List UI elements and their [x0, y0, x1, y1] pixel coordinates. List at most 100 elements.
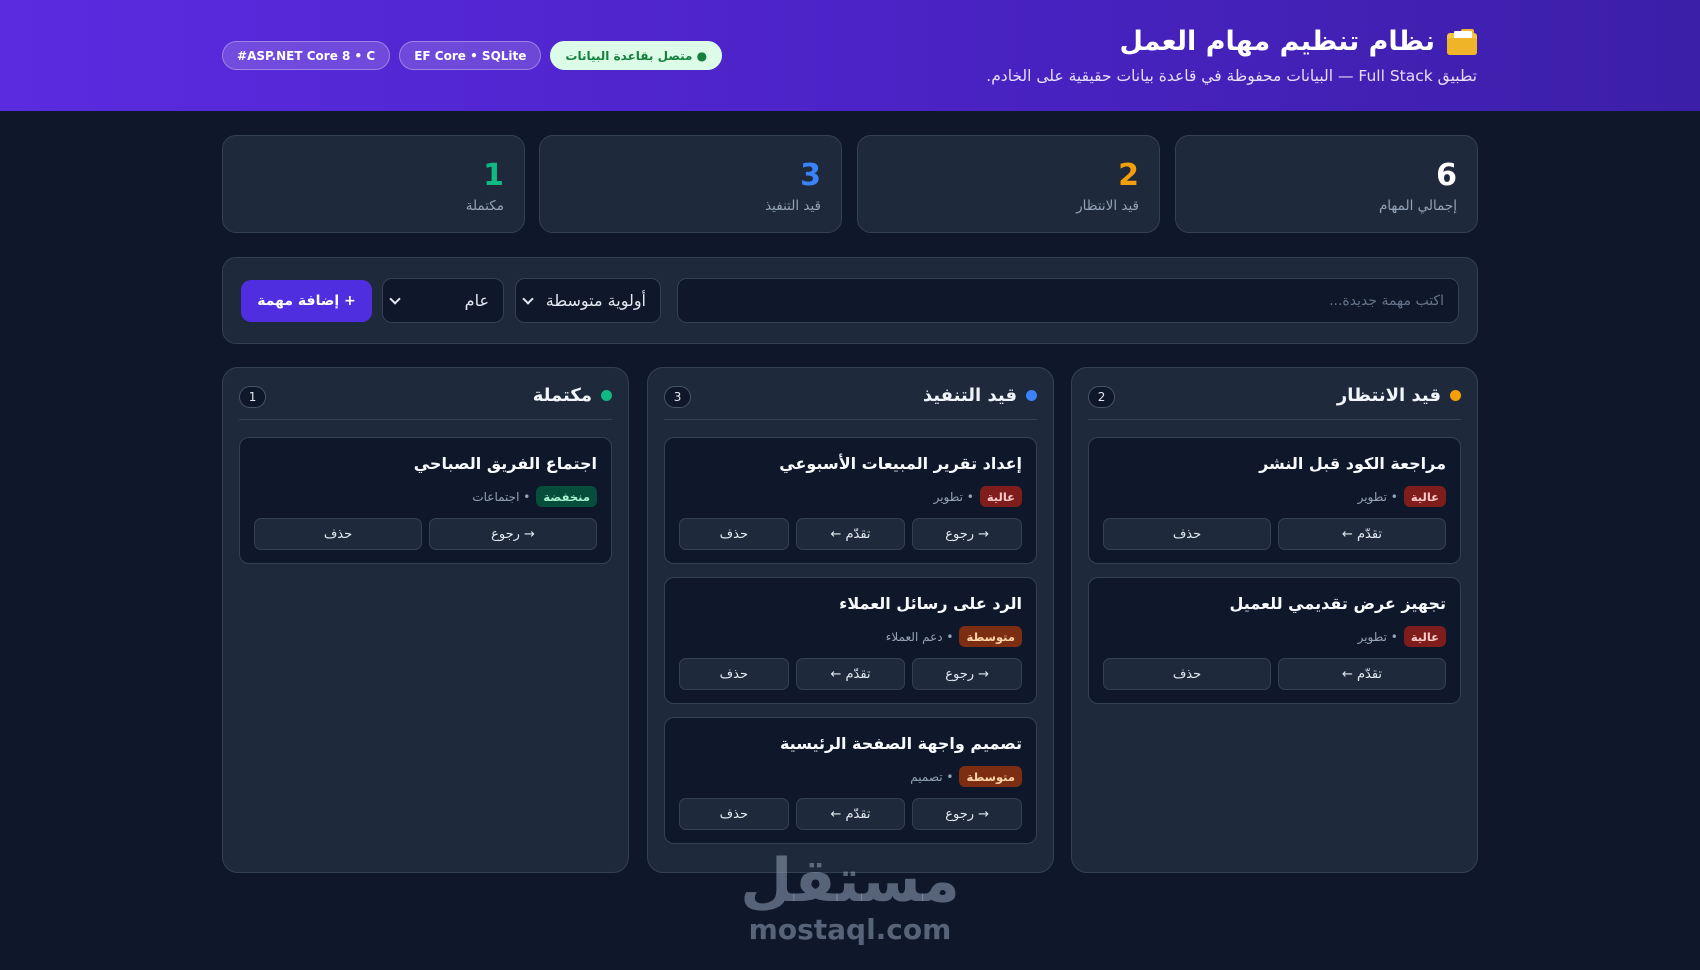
advance-button[interactable]: تقدّم ←: [795, 798, 906, 830]
task-actions: تقدّم ← حذف: [1103, 658, 1446, 690]
column-done: مكتملة 1 اجتماع الفريق الصباحي منخفضة • …: [222, 367, 629, 873]
task-card: مراجعة الكود قبل النشر عالية • تطوير تقد…: [1088, 437, 1461, 564]
back-button[interactable]: → رجوع: [912, 658, 1022, 690]
tech-badges: ASP.NET Core 8 • C# EF Core • SQLite ● م…: [222, 41, 723, 70]
task-category: • تطوير: [933, 489, 974, 504]
status-dot-icon: [1450, 390, 1461, 401]
advance-button[interactable]: تقدّم ←: [795, 658, 906, 690]
task-card: اجتماع الفريق الصباحي منخفضة • اجتماعات …: [239, 437, 612, 564]
column-title-text: قيد الانتظار: [1336, 385, 1441, 406]
stat-pending-value: 2: [1118, 158, 1139, 193]
badge-efcore: EF Core • SQLite: [399, 41, 542, 70]
watermark: مستقل mostaql.com: [740, 846, 960, 956]
task-meta: عالية • تطوير: [1358, 486, 1446, 507]
priority-badge: متوسطة: [959, 766, 1022, 787]
column-title: مكتملة: [533, 385, 612, 406]
chevron-down-icon: [522, 292, 534, 305]
column-count-badge: 1: [239, 386, 266, 408]
task-actions: → رجوع حذف: [254, 518, 597, 550]
column-header: مكتملة 1: [239, 368, 612, 420]
task-actions: → رجوع تقدّم ← حذف: [678, 658, 1022, 690]
task-title: مراجعة الكود قبل النشر: [1259, 454, 1446, 473]
priority-badge: منخفضة: [536, 486, 597, 507]
column-header: قيد التنفيذ 3: [664, 368, 1037, 420]
watermark-latin: mostaql.com: [748, 913, 952, 946]
column-count-badge: 3: [664, 386, 691, 408]
priority-select-value: أولوية متوسطة: [545, 291, 646, 310]
task-actions: تقدّم ← حذف: [1103, 518, 1446, 550]
priority-badge: عالية: [1403, 626, 1446, 647]
status-dot-icon: [601, 390, 612, 401]
app-header: نظام تنظيم مهام العمل تطبيق Full Stack —…: [0, 0, 1700, 111]
column-pending: قيد الانتظار 2 مراجعة الكود قبل النشر عا…: [1071, 367, 1478, 873]
task-category: • تطوير: [1357, 629, 1398, 644]
page-subtitle: تطبيق Full Stack — البيانات محفوظة في قا…: [986, 67, 1477, 85]
page-title-text: نظام تنظيم مهام العمل: [1119, 26, 1435, 57]
stat-in-progress: 3 قيد التنفيذ: [539, 135, 842, 233]
chevron-down-icon: [389, 292, 401, 305]
watermark-arabic: مستقل: [740, 846, 960, 916]
column-count-badge: 2: [1088, 386, 1115, 408]
column-in-progress: قيد التنفيذ 3 إعداد تقرير المبيعات الأسب…: [647, 367, 1054, 873]
task-title: الرد على رسائل العملاء: [839, 594, 1022, 613]
task-category: • تطوير: [1357, 489, 1398, 504]
task-title: تصميم واجهة الصفحة الرئيسية: [779, 734, 1022, 753]
delete-button[interactable]: حذف: [678, 798, 789, 830]
delete-button[interactable]: حذف: [1103, 658, 1271, 690]
add-task-form: أولوية متوسطة عام + إضافة مهمة: [222, 257, 1478, 344]
delete-button[interactable]: حذف: [254, 518, 422, 550]
folder-icon: [1447, 28, 1477, 55]
category-select-value: عام: [464, 291, 489, 310]
column-title-text: قيد التنفيذ: [922, 385, 1017, 406]
advance-button[interactable]: تقدّم ←: [1278, 658, 1446, 690]
task-meta: منخفضة • اجتماعات: [472, 486, 597, 507]
task-actions: → رجوع تقدّم ← حذف: [678, 518, 1022, 550]
delete-button[interactable]: حذف: [678, 658, 789, 690]
task-title: إعداد تقرير المبيعات الأسبوعي: [779, 454, 1022, 473]
category-select[interactable]: عام: [382, 278, 504, 323]
badge-db-connected: ● متصل بقاعدة البيانات: [550, 41, 723, 70]
badge-aspnet: ASP.NET Core 8 • C#: [222, 41, 391, 70]
task-meta: متوسطة • دعم العملاء: [886, 626, 1022, 647]
stat-total-label: إجمالي المهام: [1378, 198, 1457, 214]
task-meta: متوسطة • تصميم: [910, 766, 1022, 787]
status-dot-icon: [1026, 390, 1037, 401]
delete-button[interactable]: حذف: [1103, 518, 1271, 550]
task-category: • اجتماعات: [472, 489, 531, 504]
stat-done-label: مكتملة: [465, 198, 504, 214]
stat-in-progress-label: قيد التنفيذ: [765, 198, 821, 214]
task-title: تجهيز عرض تقديمي للعميل: [1229, 594, 1447, 613]
task-title-input[interactable]: [677, 278, 1459, 323]
stat-total: 6 إجمالي المهام: [1175, 135, 1478, 233]
delete-button[interactable]: حذف: [678, 518, 789, 550]
priority-select[interactable]: أولوية متوسطة: [515, 278, 661, 323]
stat-done-value: 1: [483, 158, 504, 193]
stat-pending-label: قيد الانتظار: [1076, 198, 1139, 214]
task-meta: عالية • تطوير: [1358, 626, 1446, 647]
stats-row: 6 إجمالي المهام 2 قيد الانتظار 3 قيد الت…: [222, 135, 1478, 233]
column-title-text: مكتملة: [532, 385, 592, 406]
back-button[interactable]: → رجوع: [912, 518, 1022, 550]
advance-button[interactable]: تقدّم ←: [1278, 518, 1446, 550]
task-meta: عالية • تطوير: [934, 486, 1022, 507]
task-actions: → رجوع تقدّم ← حذف: [678, 798, 1022, 830]
task-category: • تصميم: [910, 769, 954, 784]
column-title: قيد الانتظار: [1337, 385, 1461, 406]
column-title: قيد التنفيذ: [923, 385, 1037, 406]
task-card: إعداد تقرير المبيعات الأسبوعي عالية • تط…: [664, 437, 1037, 564]
stat-done: 1 مكتملة: [222, 135, 525, 233]
task-category: • دعم العملاء: [885, 629, 954, 644]
back-button[interactable]: → رجوع: [429, 518, 597, 550]
back-button[interactable]: → رجوع: [912, 798, 1022, 830]
task-card: تجهيز عرض تقديمي للعميل عالية • تطوير تق…: [1088, 577, 1461, 704]
task-card: الرد على رسائل العملاء متوسطة • دعم العم…: [664, 577, 1037, 704]
advance-button[interactable]: تقدّم ←: [795, 518, 906, 550]
stat-in-progress-value: 3: [800, 158, 821, 193]
priority-badge: عالية: [979, 486, 1022, 507]
task-title: اجتماع الفريق الصباحي: [413, 454, 597, 473]
task-card: تصميم واجهة الصفحة الرئيسية متوسطة • تصم…: [664, 717, 1037, 844]
page-title: نظام تنظيم مهام العمل: [1119, 26, 1477, 57]
add-task-button[interactable]: + إضافة مهمة: [241, 280, 372, 322]
column-header: قيد الانتظار 2: [1088, 368, 1461, 420]
stat-pending: 2 قيد الانتظار: [857, 135, 1160, 233]
